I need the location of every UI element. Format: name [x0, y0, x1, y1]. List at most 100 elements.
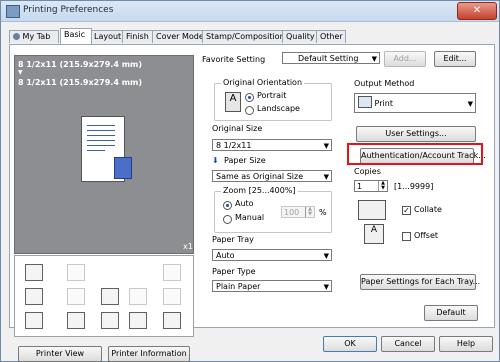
tab-other[interactable]: Other: [316, 30, 346, 43]
secure-print-icon: [25, 312, 43, 329]
account-track-icon: [101, 312, 119, 329]
offset-label: Offset: [414, 231, 439, 240]
copies-stepper[interactable]: 1 ▲ ▼: [354, 180, 388, 192]
output-method-label: Output Method: [354, 79, 415, 88]
booklet-icon: [67, 288, 85, 305]
zoom-auto-radio[interactable]: [223, 201, 232, 210]
paper-tray-value: Auto: [216, 251, 235, 260]
chevron-down-icon: ▼: [371, 55, 377, 63]
paper-text-line: [87, 150, 105, 151]
preview-original-size: 8 1/2x11 (215.9x279.4 mm): [18, 60, 143, 69]
tab-layout[interactable]: Layout: [90, 30, 124, 43]
paper-text-line: [87, 130, 115, 131]
edit-favorite-button[interactable]: Edit...: [434, 51, 476, 67]
printer-view-button[interactable]: Printer View: [18, 346, 102, 362]
chevron-down-icon: ▼: [323, 252, 329, 260]
combination-icon: [25, 288, 43, 305]
paper-text-line: [87, 140, 115, 141]
window-title: Printing Preferences: [23, 5, 114, 15]
default-button[interactable]: Default: [424, 305, 478, 321]
preview-paper: [81, 116, 132, 182]
duplex-icon: [25, 264, 43, 281]
help-button[interactable]: Help: [439, 336, 493, 352]
highlight-frame: [347, 143, 483, 165]
original-size-value: 8 1/2x11: [216, 141, 252, 150]
preview-output-size: 8 1/2x11 (215.9x279.4 mm): [18, 78, 143, 87]
add-favorite-button[interactable]: Add...: [384, 51, 426, 67]
collate-checkbox[interactable]: ✓: [402, 206, 411, 215]
paper-type-select[interactable]: Plain Paper ▼: [212, 280, 332, 292]
offset-icon: A: [364, 224, 384, 244]
title-bar: Printing Preferences ✕: [1, 1, 499, 22]
zoom-value-stepper[interactable]: 100 ▲ ▼: [281, 206, 315, 218]
staple-icon: [67, 264, 85, 281]
print-icon: [358, 96, 372, 108]
output-method-value: Print: [374, 99, 393, 108]
paper-text-line: [87, 125, 115, 126]
zoom-auto-label: Auto: [235, 199, 254, 208]
copies-value: 1: [357, 182, 363, 191]
paper-text-line: [87, 145, 115, 146]
paper-type-value: Plain Paper: [216, 282, 261, 291]
zoom-unit: %: [319, 208, 327, 217]
user-icon: [13, 33, 20, 40]
overlay-icon: [163, 312, 181, 329]
zoom-group: Zoom [25...400%] Auto Manual 100 ▲ ▼ %: [214, 186, 332, 233]
tab-cover-mode[interactable]: Cover Mode: [152, 30, 204, 43]
option-icon-area: [14, 255, 194, 337]
tab-my-tab[interactable]: My Tab: [9, 30, 59, 43]
preview-page-marker: [114, 157, 132, 179]
collate-label: Collate: [414, 205, 442, 214]
portrait-label: Portrait: [257, 91, 287, 100]
paper-text-line: [87, 135, 115, 136]
fold-icon: [129, 288, 147, 305]
printer-information-button[interactable]: Printer Information: [108, 346, 190, 362]
original-size-label: Original Size: [212, 124, 263, 133]
original-orientation-legend: Original Orientation: [221, 78, 305, 87]
zoom-manual-radio[interactable]: [223, 215, 232, 224]
favorite-setting-label: Favorite Setting: [202, 55, 266, 64]
zoom-manual-label: Manual: [235, 213, 265, 222]
cancel-button[interactable]: Cancel: [381, 336, 435, 352]
offset-checkbox[interactable]: [402, 232, 411, 241]
copies-label: Copies: [354, 167, 381, 176]
tab-basic[interactable]: Basic: [60, 28, 92, 44]
arrow-down-icon: ⬇: [212, 156, 219, 165]
zoom-value: 100: [284, 208, 300, 217]
tab-stamp-composition[interactable]: Stamp/Composition: [202, 30, 285, 43]
chevron-down-icon: ▼: [323, 142, 329, 150]
favorite-setting-select[interactable]: Default Setting ▼: [282, 52, 380, 64]
paper-settings-each-tray-button[interactable]: Paper Settings for Each Tray...: [360, 274, 480, 290]
stepper-arrows-icon: ▲ ▼: [378, 181, 387, 191]
paper-tray-label: Paper Tray: [212, 235, 254, 244]
ok-button[interactable]: OK: [323, 336, 377, 352]
output-method-select[interactable]: Print ▼: [354, 93, 476, 113]
original-size-select[interactable]: 8 1/2x11 ▼: [212, 139, 332, 151]
paper-size-value: Same as Original Size: [216, 172, 304, 181]
tab-quality[interactable]: Quality: [282, 30, 318, 43]
tab-finish[interactable]: Finish: [122, 30, 154, 43]
chevron-down-icon: ▼: [323, 283, 329, 291]
paper-size-label: Paper Size: [224, 156, 266, 165]
user-settings-button[interactable]: User Settings...: [356, 126, 476, 142]
tab-label: My Tab: [22, 32, 51, 41]
user-auth-icon: [67, 312, 85, 329]
close-button[interactable]: ✕: [457, 2, 497, 20]
paper-tray-select[interactable]: Auto ▼: [212, 249, 332, 261]
copies-range: [1...9999]: [394, 182, 434, 191]
preview-copy-count: x1: [183, 242, 193, 251]
text-mode-icon: [101, 288, 119, 305]
zoom-legend: Zoom [25...400%]: [221, 186, 298, 195]
favorite-setting-value: Default Setting: [298, 54, 359, 63]
chevron-down-icon: ▼: [467, 100, 473, 108]
print-preview: 8 1/2x11 (215.9x279.4 mm) ▼ 8 1/2x11 (21…: [14, 55, 194, 254]
punch-icon: [163, 264, 181, 281]
landscape-radio[interactable]: [245, 106, 254, 115]
basic-tab-panel: 8 1/2x11 (215.9x279.4 mm) ▼ 8 1/2x11 (21…: [9, 44, 495, 362]
stepper-arrows-icon: ▲ ▼: [305, 207, 314, 217]
portrait-radio[interactable]: [245, 93, 254, 102]
printer-app-icon: [6, 5, 20, 18]
original-orientation-group: Original Orientation A Portrait Landscap…: [214, 78, 332, 121]
paper-size-select[interactable]: Same as Original Size ▼: [212, 170, 332, 182]
landscape-label: Landscape: [257, 104, 300, 113]
